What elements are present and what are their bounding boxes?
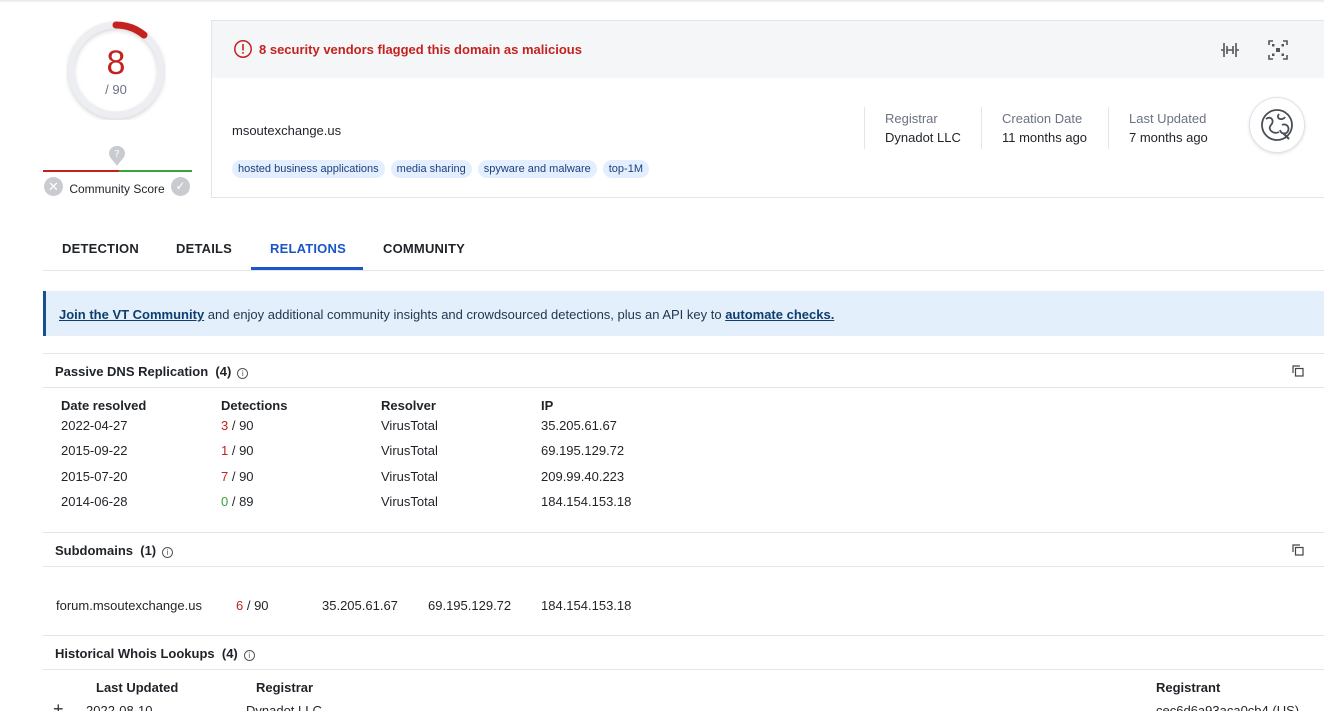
vote-harmless-icon[interactable]: ✓ (171, 177, 190, 196)
registrar-info: Registrar Dynadot LLC (864, 107, 981, 149)
info-icon[interactable]: i (237, 368, 249, 379)
col-header-ip[interactable]: IP (541, 398, 553, 413)
section-title: Historical Whois Lookups (4) i (55, 646, 255, 661)
dns-detections[interactable]: 1 / 90 (221, 443, 254, 458)
dns-resolver: VirusTotal (381, 494, 438, 509)
subdomain-name[interactable]: forum.msoutexchange.us (56, 598, 202, 613)
dns-ip[interactable]: 184.154.153.18 (541, 494, 631, 509)
graph-icon[interactable] (1266, 38, 1290, 62)
dns-resolver: VirusTotal (381, 469, 438, 484)
whois-registrar: Dynadot LLC (246, 703, 322, 711)
last-updated-label: Last Updated (1129, 111, 1207, 126)
domain-summary-card: 8 security vendors flagged this domain a… (211, 20, 1324, 198)
expand-row-icon[interactable]: + (53, 700, 64, 711)
subdomains-header: Subdomains (1) i (43, 532, 1324, 567)
col-header-last-updated[interactable]: Last Updated (96, 680, 178, 695)
tab-detection[interactable]: DETECTION (62, 241, 139, 256)
tag[interactable]: spyware and malware (477, 160, 597, 178)
vote-malicious-icon[interactable]: ✕ (44, 177, 63, 196)
community-banner: Join the VT Community and enjoy addition… (43, 291, 1324, 336)
last-updated-value: 7 months ago (1129, 130, 1208, 145)
dns-date: 2015-09-22 (61, 443, 128, 458)
compare-icon[interactable] (1218, 38, 1242, 62)
col-header-detections[interactable]: Detections (221, 398, 287, 413)
registrar-value: Dynadot LLC (885, 130, 961, 145)
copy-icon[interactable] (1292, 365, 1304, 377)
registrar-label: Registrar (885, 111, 938, 126)
active-tab-indicator (251, 267, 363, 270)
detection-score: 8 (106, 44, 126, 82)
dns-date: 2014-06-28 (61, 494, 128, 509)
whois-header: Historical Whois Lookups (4) i (43, 635, 1324, 670)
tag[interactable]: top-1M (602, 160, 649, 178)
tab-relations[interactable]: RELATIONS (270, 241, 346, 256)
tag[interactable]: hosted business applications (232, 160, 385, 178)
info-icon[interactable]: i (162, 547, 174, 558)
community-marker-icon: ? (109, 146, 125, 166)
creation-date-label: Creation Date (1002, 111, 1083, 126)
col-header-registrant[interactable]: Registrant (1156, 680, 1220, 695)
subdomain-ip[interactable]: 69.195.129.72 (428, 598, 511, 613)
dns-detections[interactable]: 7 / 90 (221, 469, 254, 484)
dns-date: 2022-04-27 (61, 418, 128, 433)
community-bar-positive (119, 170, 192, 172)
banner-body: and enjoy additional community insights … (204, 307, 726, 322)
network-globe-icon (1261, 109, 1293, 141)
tab-bar: DETECTION DETAILS RELATIONS COMMUNITY (43, 230, 1324, 271)
alert-row: 8 security vendors flagged this domain a… (212, 21, 1324, 78)
section-title: Passive DNS Replication (4) i (55, 364, 249, 379)
section-title: Subdomains (1) i (55, 543, 174, 558)
category-tags: hosted business applications media shari… (232, 160, 649, 178)
last-updated-info: Last Updated 7 months ago (1108, 107, 1228, 149)
alert-circle-icon (234, 40, 252, 58)
subdomain-detections[interactable]: 6 / 90 (236, 598, 269, 613)
subdomain-ip[interactable]: 184.154.153.18 (541, 598, 631, 613)
creation-date-info: Creation Date 11 months ago (981, 107, 1108, 149)
community-bar-negative (43, 170, 119, 172)
col-header-registrar[interactable]: Registrar (256, 680, 313, 695)
dns-detections[interactable]: 0 / 89 (221, 494, 254, 509)
join-community-link[interactable]: Join the VT Community (59, 307, 204, 322)
dns-ip[interactable]: 209.99.40.223 (541, 469, 624, 484)
col-header-resolver[interactable]: Resolver (381, 398, 436, 413)
passive-dns-header: Passive DNS Replication (4) i (43, 353, 1324, 388)
dns-detections[interactable]: 3 / 90 (221, 418, 254, 433)
col-header-date[interactable]: Date resolved (61, 398, 146, 413)
banner-text: Join the VT Community and enjoy addition… (59, 307, 834, 322)
tag[interactable]: media sharing (390, 160, 472, 178)
subdomain-ip[interactable]: 35.205.61.67 (322, 598, 398, 613)
tab-community[interactable]: COMMUNITY (383, 241, 465, 256)
whois-registrant: cec6d6a93aca0cb4 (US) (1156, 703, 1300, 711)
copy-icon[interactable] (1292, 544, 1304, 556)
dns-resolver: VirusTotal (381, 443, 438, 458)
domain-name: msoutexchange.us (232, 123, 342, 138)
dns-date: 2015-07-20 (61, 469, 128, 484)
automate-checks-link[interactable]: automate checks. (725, 307, 834, 322)
svg-text:?: ? (114, 149, 119, 160)
dns-ip[interactable]: 35.205.61.67 (541, 418, 617, 433)
alert-message: 8 security vendors flagged this domain a… (259, 42, 582, 57)
info-icon[interactable]: i (243, 650, 255, 661)
dns-resolver: VirusTotal (381, 418, 438, 433)
tab-details[interactable]: DETAILS (176, 241, 232, 256)
detection-total: / 90 (105, 82, 127, 97)
domain-avatar (1249, 97, 1305, 153)
top-shadow (0, 0, 1324, 3)
dns-ip[interactable]: 69.195.129.72 (541, 443, 624, 458)
whois-date: 2022-08-10 (86, 703, 153, 711)
community-score-label: Community Score (69, 182, 165, 196)
creation-date-value: 11 months ago (1002, 130, 1088, 145)
